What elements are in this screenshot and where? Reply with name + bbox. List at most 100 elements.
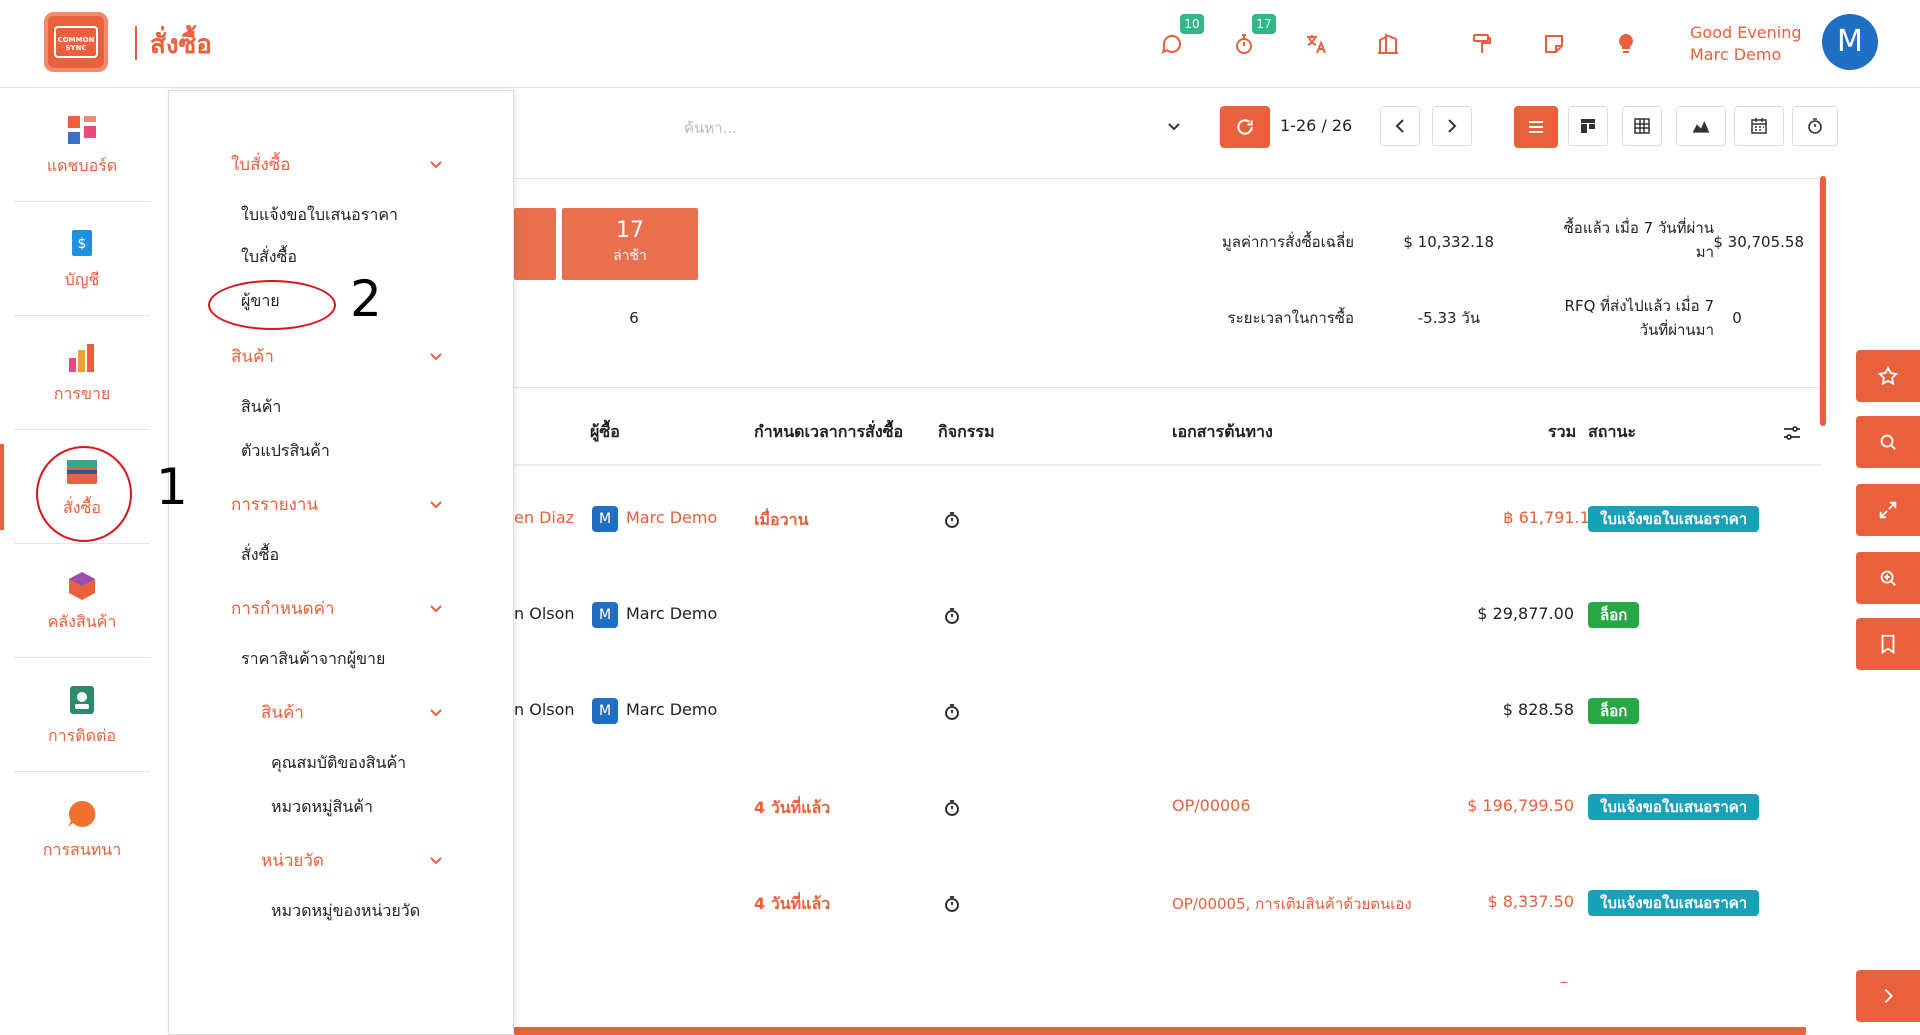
menu-section-products[interactable]: สินค้า [231,343,274,370]
notes-button[interactable] [1540,30,1568,58]
bookmark-button[interactable] [1856,618,1920,670]
buyer-cell: Marc Demo [626,700,718,719]
menu-item-vendor-pricelists[interactable]: ราคาสินค้าจากผู้ขาย [241,647,385,672]
rail-item-contacts[interactable]: การติดต่อ [14,658,150,772]
activity-clock-icon[interactable] [942,702,962,722]
menu-item-product-categories[interactable]: หมวดหมู่สินค้า [271,795,373,820]
rfq-sent-label-line2: วันที่ผ่านมา [1639,321,1714,339]
menu-item-report-purchase[interactable]: สั่งซื้อ [241,543,279,568]
svg-text:$: $ [78,236,87,252]
app-logo[interactable]: COMMON SYNC [44,12,108,72]
dashboard-icon [68,116,96,144]
activity-clock-icon[interactable] [942,894,962,914]
rail-label: การขาย [53,384,111,403]
theme-button[interactable] [1468,30,1496,58]
chevron-down-icon[interactable] [429,705,443,719]
activities-button[interactable]: 17 [1230,14,1276,58]
stopwatch-icon [1808,118,1822,134]
pager-next-button[interactable] [1432,106,1472,146]
greeting-line1: Good Evening [1690,23,1802,42]
search-icon [1880,434,1896,450]
annotation-circle-1 [36,446,132,542]
zoom-button[interactable] [1856,552,1920,604]
app-root: COMMON SYNC สั่งซื้อ 10 17 Good Evening [0,0,1920,1035]
bought7-value[interactable]: $ 30,705.58 [1654,230,1804,254]
menu-subsection-uom[interactable]: หน่วยวัด [261,847,324,874]
activity-clock-icon[interactable] [942,510,962,530]
list-view-button[interactable] [1514,106,1558,148]
chat-icon [1161,35,1181,54]
menu-item-product-attributes[interactable]: คุณสมบัติของสินค้า [271,751,406,776]
rail-item-inventory[interactable]: คลังสินค้า [14,544,150,658]
late-count: 17 [616,218,644,243]
menu-item-variants[interactable]: ตัวแปรสินค้า [241,439,330,464]
col-deadline[interactable]: กำหนดเวลาการสั่งซื้อ [754,420,903,445]
activity-view-button[interactable] [1792,106,1838,146]
fullscreen-button[interactable] [1856,484,1920,536]
stats-panel [514,178,1822,388]
activity-clock-icon[interactable] [942,606,962,626]
chevron-down-icon[interactable] [429,157,443,171]
deadline-cell: 4 วันที่แล้ว [754,894,831,913]
app-rail: แดชบอร์ด $ บัญชี การขาย สั่งซื้อ คลังสิน… [0,88,168,1035]
avg-order-label: มูลค่าการสั่งซื้อเฉลี่ย [1221,233,1354,251]
app-title: สั่งซื้อ [150,30,212,60]
next-panel-button[interactable] [1856,970,1920,1022]
col-total[interactable]: รวม [1548,420,1576,445]
quick-search-button[interactable] [1856,416,1920,468]
vertical-scrollbar[interactable] [1820,176,1826,426]
tips-button[interactable] [1612,30,1640,58]
status-badge: ใบแจ้งขอใบเสนอราคา [1588,890,1760,916]
column-settings-icon[interactable] [1782,424,1802,442]
company-button[interactable] [1374,30,1402,58]
menu-item-uom-categories[interactable]: หมวดหมู่ของหน่วยวัด [271,899,420,924]
avg-order-value[interactable]: $ 10,332.18 [1354,230,1494,254]
menu-section-reporting[interactable]: การรายงาน [231,491,318,518]
col-activity[interactable]: กิจกรรม [938,420,994,445]
total-cell: $ 8,337.50 [1487,892,1574,911]
favorite-button[interactable] [1856,350,1920,402]
pager-prev-button[interactable] [1380,106,1420,146]
refresh-button[interactable] [1220,106,1270,148]
kanban-view-button[interactable] [1568,106,1608,146]
col-status[interactable]: สถานะ [1588,420,1636,445]
status-badge: ใบแจ้งขอใบเสนอราคา [1588,506,1760,532]
rail-item-dashboard[interactable]: แดชบอร์ด [14,88,150,202]
horizontal-scrollbar[interactable] [514,1027,1806,1035]
menu-subsection-products[interactable]: สินค้า [261,699,304,726]
annotation-number-1: 1 [156,458,188,516]
calendar-view-button[interactable] [1734,106,1784,146]
stat-tile-partial[interactable] [514,208,556,280]
rail-label: บัญชี [64,270,100,289]
language-button[interactable] [1302,30,1330,58]
area-chart-icon [1692,121,1710,133]
deadline-cell: 4 วันที่แล้ว [754,798,831,817]
menu-section-purchase[interactable]: ใบสั่งซื้อ [231,151,291,178]
rail-item-sales[interactable]: การขาย [14,316,150,430]
chevron-down-icon[interactable] [429,853,443,867]
menu-section-config[interactable]: การกำหนดค่า [231,595,335,622]
col-source[interactable]: เอกสารต้นทาง [1172,420,1273,445]
pivot-view-button[interactable] [1622,106,1662,146]
user-avatar[interactable]: M [1822,14,1878,70]
rail-item-discuss[interactable]: การสนทนา [14,772,150,886]
menu-item-purchase-orders[interactable]: ใบสั่งซื้อ [241,245,297,270]
chevron-down-icon[interactable] [429,601,443,615]
status-badge: ล็อก [1588,698,1640,724]
search-input[interactable]: ค้นหา... [684,116,737,140]
lead-time-value[interactable]: -5.33 วัน [1354,306,1480,330]
rfq-sent-value[interactable]: 0 [1714,306,1760,330]
annotation-circle-2 [208,280,336,330]
activity-clock-icon[interactable] [942,798,962,818]
graph-view-button[interactable] [1676,106,1726,146]
stat-tile-late[interactable]: 17 ล่าช้า [562,208,698,280]
menu-item-rfq[interactable]: ใบแจ้งขอใบเสนอราคา [241,203,398,228]
chevron-down-icon[interactable] [429,349,443,363]
messages-button[interactable]: 10 [1158,14,1204,58]
chevron-down-icon[interactable] [429,497,443,511]
chevron-down-icon[interactable] [1166,118,1182,134]
rail-item-accounting[interactable]: $ บัญชี [14,202,150,316]
menu-item-products[interactable]: สินค้า [241,395,281,420]
col-buyer[interactable]: ผู้ซื้อ [590,420,620,445]
chevron-right-icon [1448,119,1457,133]
